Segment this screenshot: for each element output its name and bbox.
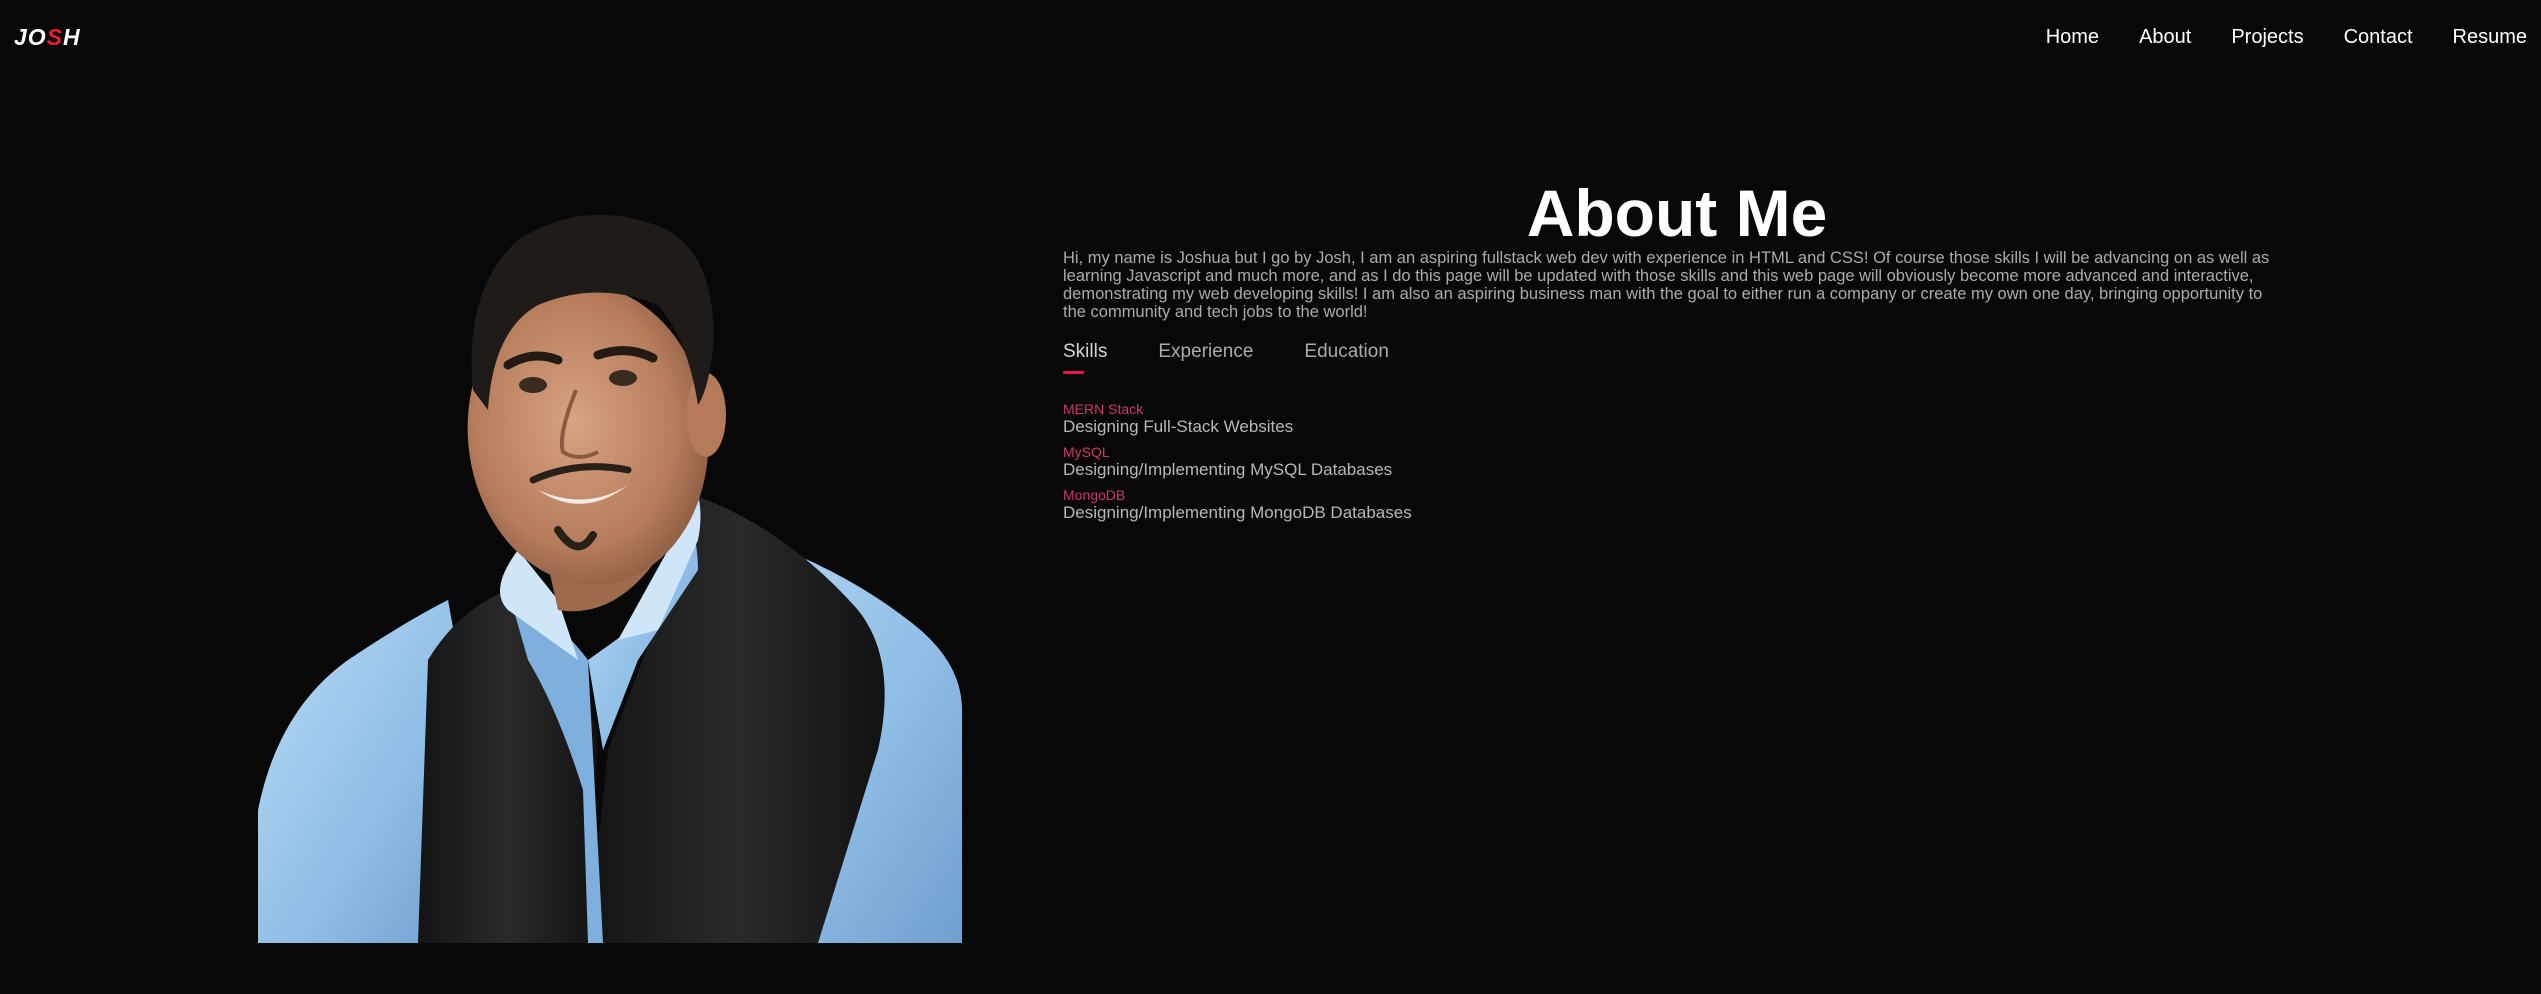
site-header: JOSH Home About Projects Contact Resume	[0, 0, 2541, 74]
list-item: MySQL Designing/Implementing MySQL Datab…	[1063, 445, 1663, 480]
about-tabs: Skills Experience Education	[1063, 339, 1440, 374]
skill-name: MongoDB	[1063, 487, 1126, 503]
logo-text-end: H	[63, 24, 81, 50]
main-nav: Home About Projects Contact Resume	[2046, 24, 2541, 50]
list-item: MERN Stack Designing Full-Stack Websites	[1063, 402, 1663, 437]
skill-name: MERN Stack	[1063, 401, 1144, 417]
nav-contact-link[interactable]: Contact	[2344, 24, 2413, 50]
skill-description: Designing/Implementing MySQL Databases	[1063, 460, 1393, 479]
site-logo[interactable]: JOSH	[14, 24, 81, 50]
profile-photo-illustration	[258, 214, 962, 943]
logo-text-accent: S	[46, 24, 64, 50]
nav-about-link[interactable]: About	[2139, 24, 2191, 50]
logo-text-start: JO	[14, 24, 47, 50]
nav-home-link[interactable]: Home	[2046, 24, 2099, 50]
skills-list: MERN Stack Designing Full-Stack Websites…	[1063, 402, 1663, 531]
nav-resume-link[interactable]: Resume	[2453, 24, 2527, 50]
nav-projects-link[interactable]: Projects	[2231, 24, 2303, 50]
list-item: MongoDB Designing/Implementing MongoDB D…	[1063, 488, 1663, 523]
skill-description: Designing/Implementing MongoDB Databases	[1063, 503, 1412, 522]
tab-experience[interactable]: Experience	[1158, 339, 1253, 373]
tab-skills[interactable]: Skills	[1063, 339, 1107, 374]
about-heading: About Me	[1526, 176, 1828, 250]
about-description: Hi, my name is Joshua but I go by Josh, …	[1063, 249, 2270, 321]
profile-photo	[258, 190, 962, 943]
skill-description: Designing Full-Stack Websites	[1063, 417, 1294, 436]
tab-education[interactable]: Education	[1304, 339, 1389, 373]
skill-name: MySQL	[1063, 444, 1110, 460]
page: JOSH Home About Projects Contact Resume	[0, 0, 2541, 994]
